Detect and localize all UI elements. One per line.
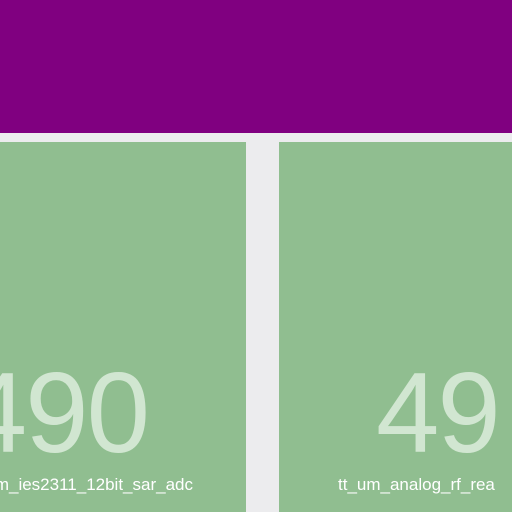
- project-name: tt_um_analog_rf_rea: [338, 475, 495, 494]
- project-number: 490: [0, 350, 150, 477]
- project-tile[interactable]: 49 tt_um_analog_rf_rea: [279, 142, 512, 512]
- project-number: 49: [376, 350, 501, 477]
- header-banner: [0, 0, 512, 133]
- project-name: tt_um_ies2311_12bit_sar_adc: [0, 475, 193, 494]
- project-tile[interactable]: 490 tt_um_ies2311_12bit_sar_adc: [0, 142, 246, 512]
